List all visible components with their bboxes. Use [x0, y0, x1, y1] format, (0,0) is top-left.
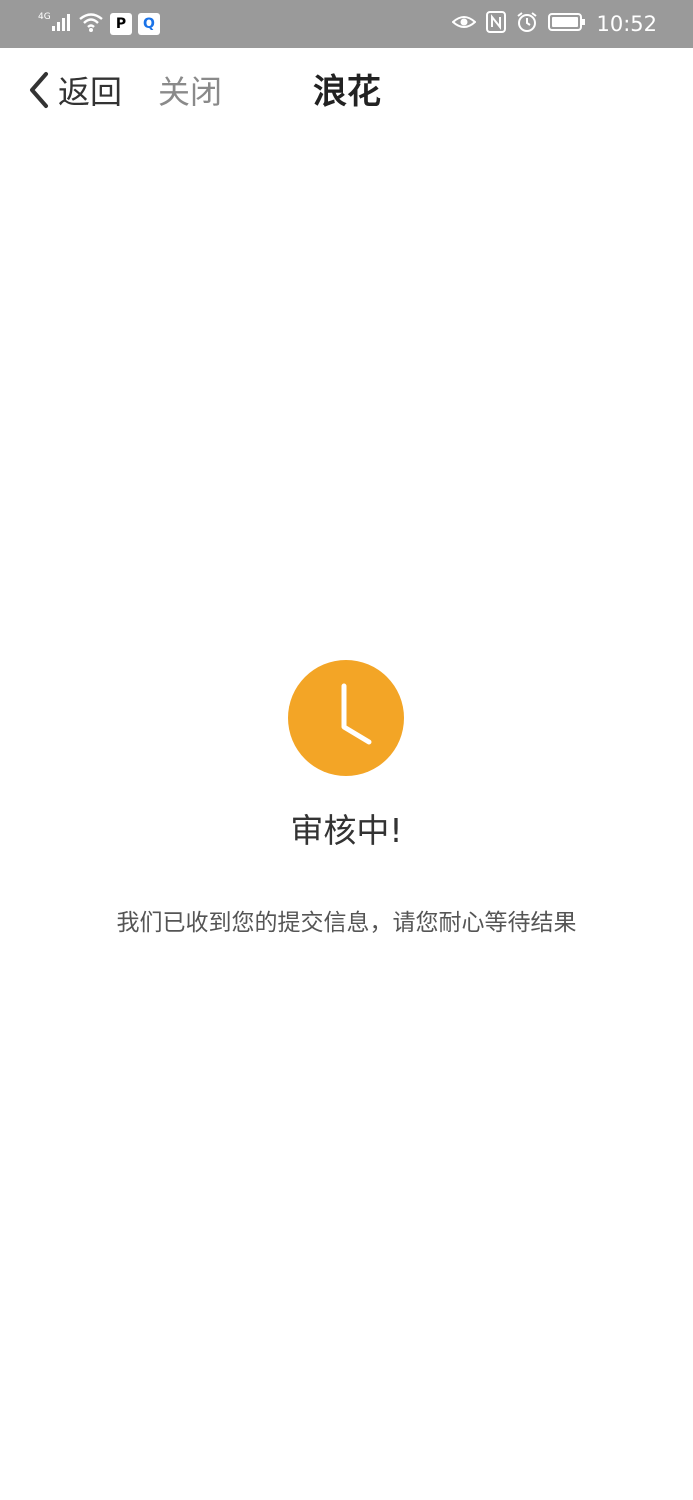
close-button[interactable]: 关闭: [158, 70, 222, 114]
navigation-bar: 返回 关闭 浪花: [0, 48, 693, 136]
signal-icon: 4G: [38, 10, 72, 38]
page-title: 浪花: [313, 72, 381, 112]
wifi-icon: [78, 11, 104, 37]
p-app-icon: P: [110, 13, 132, 35]
nfc-icon: [486, 11, 507, 37]
back-button[interactable]: 返回: [26, 70, 122, 114]
chevron-left-icon: [26, 70, 52, 114]
status-bar-right: 10:52: [451, 10, 657, 38]
eye-icon: [451, 12, 477, 36]
clock-icon: [288, 660, 404, 776]
alarm-icon: [516, 11, 538, 37]
status-bar: 4G P Q 10:52: [0, 0, 693, 48]
status-bar-left: 4G P Q: [38, 10, 160, 38]
status-description: 我们已收到您的提交信息，请您耐心等待结果: [116, 910, 577, 936]
q-app-icon: Q: [138, 13, 160, 35]
status-title: 审核中!: [290, 811, 403, 850]
clock-time: 10:52: [596, 12, 657, 36]
battery-icon: [548, 12, 586, 36]
svg-text:4G: 4G: [38, 12, 51, 22]
back-button-label: 返回: [58, 73, 123, 111]
